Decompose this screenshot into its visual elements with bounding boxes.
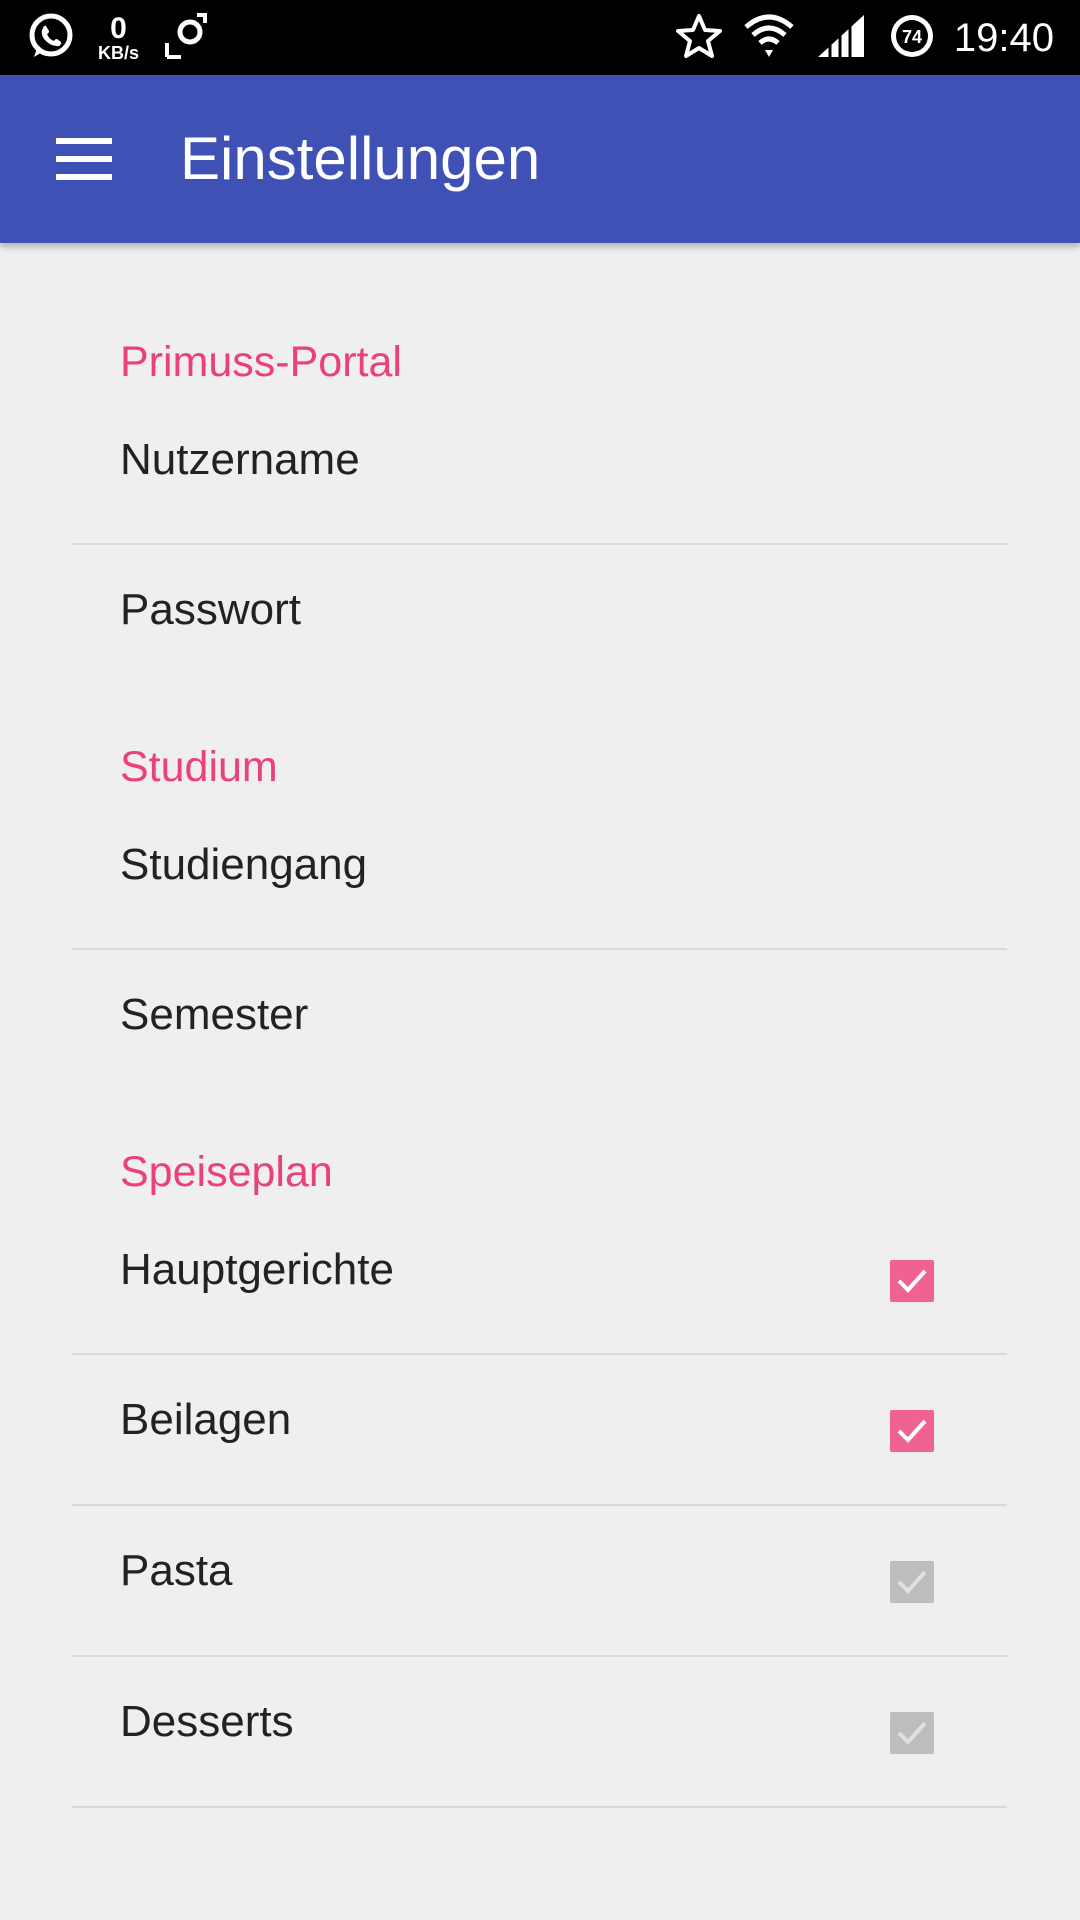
network-speed-value: 0	[110, 12, 127, 45]
category-studium: Studium	[120, 743, 278, 791]
pref-label: Nutzername	[120, 435, 360, 484]
pref-nutzername[interactable]: Nutzername	[0, 393, 1080, 544]
pref-label: Desserts	[120, 1697, 294, 1746]
pref-semester[interactable]: Semester	[0, 950, 1080, 1101]
category-primuss-portal: Primuss-Portal	[120, 338, 402, 386]
checkbox-hauptgerichte[interactable]	[890, 1260, 934, 1302]
page-title: Einstellungen	[180, 125, 541, 192]
signal-icon	[816, 13, 866, 64]
clock: 19:40	[953, 15, 1054, 60]
check-icon	[897, 1570, 927, 1594]
pref-label: Pasta	[120, 1546, 233, 1595]
network-speed-unit: KB/s	[98, 43, 140, 63]
divider	[72, 1806, 1007, 1808]
battery-icon: 74	[888, 12, 936, 65]
app-bar: Einstellungen	[0, 75, 1080, 243]
pref-pasta[interactable]: Pasta	[0, 1506, 1080, 1657]
check-icon	[897, 1269, 927, 1293]
pref-passwort[interactable]: Passwort	[0, 545, 1080, 696]
checkbox-beilagen[interactable]	[890, 1410, 934, 1452]
check-icon	[897, 1419, 927, 1443]
status-bar-left: 0 KB/s	[26, 10, 233, 66]
checkbox-desserts[interactable]	[890, 1712, 934, 1754]
whatsapp-icon	[26, 11, 76, 66]
pref-label: Studiengang	[120, 840, 368, 889]
wifi-icon	[744, 13, 794, 64]
status-bar: 0 KB/s 74 19:40	[0, 0, 1080, 75]
check-icon	[897, 1721, 927, 1745]
pref-hauptgerichte[interactable]: Hauptgerichte	[0, 1203, 1080, 1354]
pref-label: Semester	[120, 990, 309, 1039]
pref-studiengang[interactable]: Studiengang	[0, 798, 1080, 949]
checkbox-pasta[interactable]	[890, 1561, 934, 1603]
status-bar-right: 74 19:40	[675, 10, 1054, 66]
pref-label: Hauptgerichte	[120, 1245, 394, 1294]
pref-beilagen[interactable]: Beilagen	[0, 1355, 1080, 1506]
network-speed: 0 KB/s	[98, 12, 140, 63]
pref-label: Beilagen	[120, 1395, 292, 1444]
star-icon	[675, 13, 722, 64]
pref-label: Passwort	[120, 585, 301, 634]
pref-desserts[interactable]: Desserts	[0, 1657, 1080, 1808]
battery-level: 74	[902, 27, 922, 47]
category-speiseplan: Speiseplan	[120, 1148, 333, 1196]
hamburger-menu-icon[interactable]	[56, 138, 112, 180]
rotate-icon	[161, 11, 211, 66]
